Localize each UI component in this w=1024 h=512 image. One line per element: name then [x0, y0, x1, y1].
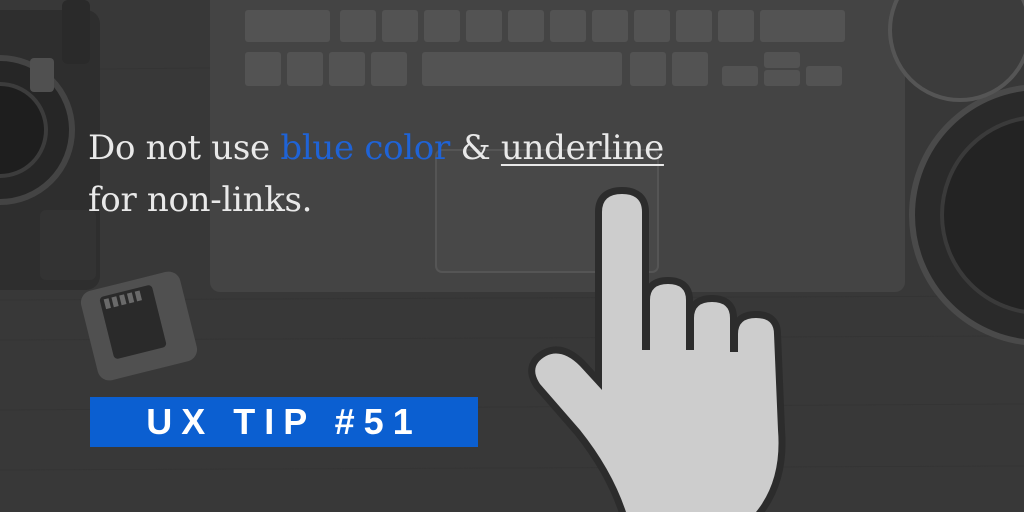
blue-color-example: blue color	[280, 128, 450, 168]
badge-label: UX TIP #51	[146, 401, 422, 442]
headline-text: Do not use	[88, 128, 281, 168]
headline-connector: &	[449, 128, 501, 168]
tip-number-badge: UX TIP #51	[90, 397, 478, 447]
tip-graphic: Do not use blue color & underline for no…	[0, 0, 1024, 512]
tip-headline: Do not use blue color & underline for no…	[88, 122, 728, 226]
underline-example: underline	[500, 128, 664, 168]
camera-icon	[0, 0, 100, 290]
headline-line-2: for non-links.	[88, 180, 313, 220]
